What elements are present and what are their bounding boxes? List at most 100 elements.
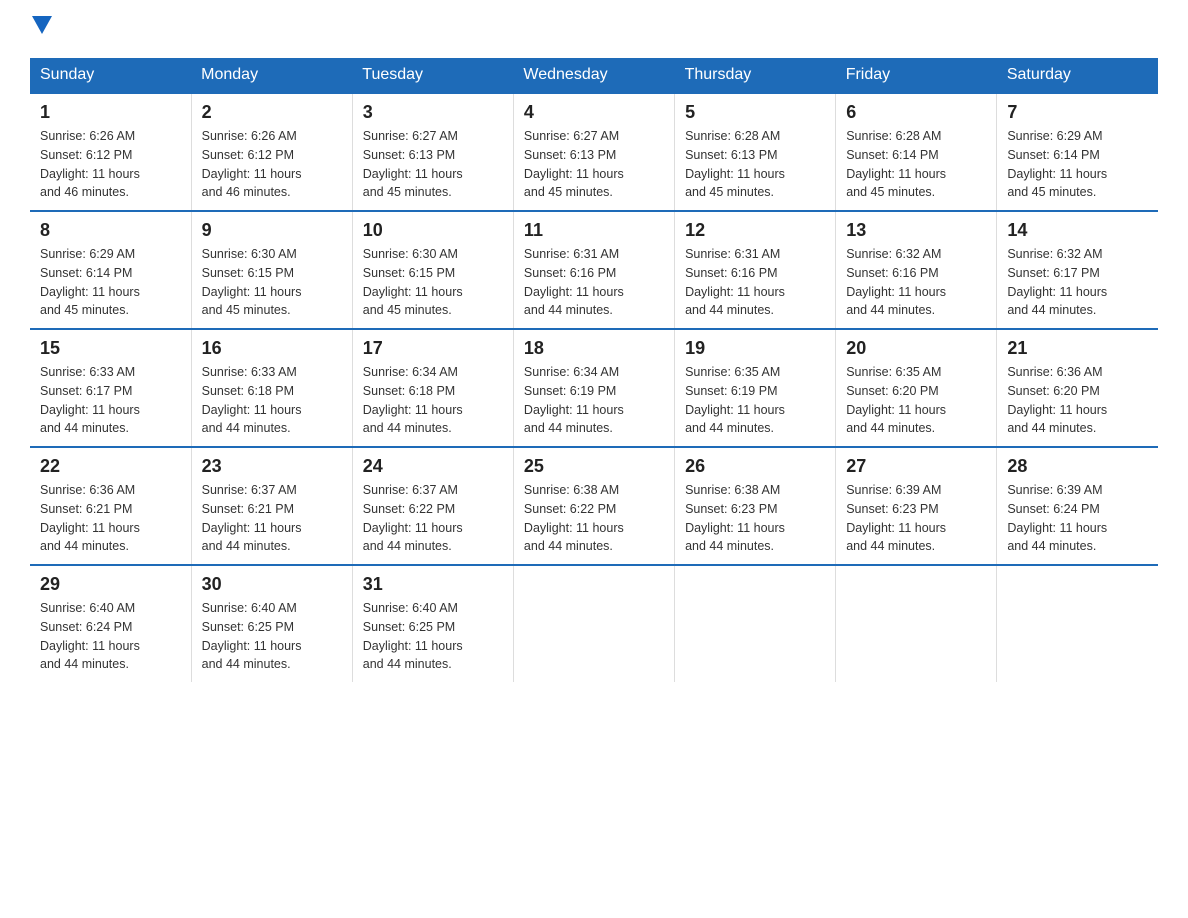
day-number: 16 bbox=[202, 338, 342, 359]
weekday-header-saturday: Saturday bbox=[997, 58, 1158, 93]
day-number: 17 bbox=[363, 338, 503, 359]
day-number: 6 bbox=[846, 102, 986, 123]
day-info: Sunrise: 6:31 AM Sunset: 6:16 PM Dayligh… bbox=[524, 245, 664, 320]
day-number: 12 bbox=[685, 220, 825, 241]
day-number: 14 bbox=[1007, 220, 1148, 241]
day-info: Sunrise: 6:27 AM Sunset: 6:13 PM Dayligh… bbox=[363, 127, 503, 202]
day-info: Sunrise: 6:34 AM Sunset: 6:18 PM Dayligh… bbox=[363, 363, 503, 438]
calendar-cell: 9 Sunrise: 6:30 AM Sunset: 6:15 PM Dayli… bbox=[191, 211, 352, 329]
calendar-cell: 2 Sunrise: 6:26 AM Sunset: 6:12 PM Dayli… bbox=[191, 93, 352, 211]
day-info: Sunrise: 6:35 AM Sunset: 6:20 PM Dayligh… bbox=[846, 363, 986, 438]
day-number: 30 bbox=[202, 574, 342, 595]
calendar-cell: 16 Sunrise: 6:33 AM Sunset: 6:18 PM Dayl… bbox=[191, 329, 352, 447]
calendar-cell: 15 Sunrise: 6:33 AM Sunset: 6:17 PM Dayl… bbox=[30, 329, 191, 447]
day-info: Sunrise: 6:36 AM Sunset: 6:20 PM Dayligh… bbox=[1007, 363, 1148, 438]
day-number: 20 bbox=[846, 338, 986, 359]
day-number: 8 bbox=[40, 220, 181, 241]
week-row-2: 8 Sunrise: 6:29 AM Sunset: 6:14 PM Dayli… bbox=[30, 211, 1158, 329]
day-info: Sunrise: 6:40 AM Sunset: 6:24 PM Dayligh… bbox=[40, 599, 181, 674]
day-number: 3 bbox=[363, 102, 503, 123]
day-info: Sunrise: 6:35 AM Sunset: 6:19 PM Dayligh… bbox=[685, 363, 825, 438]
day-info: Sunrise: 6:40 AM Sunset: 6:25 PM Dayligh… bbox=[363, 599, 503, 674]
day-info: Sunrise: 6:32 AM Sunset: 6:16 PM Dayligh… bbox=[846, 245, 986, 320]
logo bbox=[30, 20, 52, 38]
calendar-cell: 6 Sunrise: 6:28 AM Sunset: 6:14 PM Dayli… bbox=[836, 93, 997, 211]
day-info: Sunrise: 6:33 AM Sunset: 6:17 PM Dayligh… bbox=[40, 363, 181, 438]
calendar-cell: 18 Sunrise: 6:34 AM Sunset: 6:19 PM Dayl… bbox=[513, 329, 674, 447]
weekday-header-tuesday: Tuesday bbox=[352, 58, 513, 93]
day-info: Sunrise: 6:31 AM Sunset: 6:16 PM Dayligh… bbox=[685, 245, 825, 320]
calendar-cell: 3 Sunrise: 6:27 AM Sunset: 6:13 PM Dayli… bbox=[352, 93, 513, 211]
calendar-cell bbox=[836, 565, 997, 682]
logo-triangle-icon bbox=[32, 16, 52, 34]
calendar-cell: 28 Sunrise: 6:39 AM Sunset: 6:24 PM Dayl… bbox=[997, 447, 1158, 565]
day-info: Sunrise: 6:36 AM Sunset: 6:21 PM Dayligh… bbox=[40, 481, 181, 556]
calendar-cell bbox=[997, 565, 1158, 682]
calendar-cell bbox=[675, 565, 836, 682]
day-number: 5 bbox=[685, 102, 825, 123]
calendar-cell: 7 Sunrise: 6:29 AM Sunset: 6:14 PM Dayli… bbox=[997, 93, 1158, 211]
calendar-cell: 26 Sunrise: 6:38 AM Sunset: 6:23 PM Dayl… bbox=[675, 447, 836, 565]
day-number: 29 bbox=[40, 574, 181, 595]
calendar-cell: 23 Sunrise: 6:37 AM Sunset: 6:21 PM Dayl… bbox=[191, 447, 352, 565]
calendar-cell: 29 Sunrise: 6:40 AM Sunset: 6:24 PM Dayl… bbox=[30, 565, 191, 682]
calendar-cell: 8 Sunrise: 6:29 AM Sunset: 6:14 PM Dayli… bbox=[30, 211, 191, 329]
day-number: 19 bbox=[685, 338, 825, 359]
day-number: 25 bbox=[524, 456, 664, 477]
day-info: Sunrise: 6:37 AM Sunset: 6:22 PM Dayligh… bbox=[363, 481, 503, 556]
day-number: 24 bbox=[363, 456, 503, 477]
day-number: 11 bbox=[524, 220, 664, 241]
calendar-cell: 31 Sunrise: 6:40 AM Sunset: 6:25 PM Dayl… bbox=[352, 565, 513, 682]
page-header bbox=[30, 20, 1158, 38]
day-info: Sunrise: 6:30 AM Sunset: 6:15 PM Dayligh… bbox=[363, 245, 503, 320]
day-info: Sunrise: 6:38 AM Sunset: 6:22 PM Dayligh… bbox=[524, 481, 664, 556]
day-number: 10 bbox=[363, 220, 503, 241]
day-info: Sunrise: 6:37 AM Sunset: 6:21 PM Dayligh… bbox=[202, 481, 342, 556]
calendar-cell: 1 Sunrise: 6:26 AM Sunset: 6:12 PM Dayli… bbox=[30, 93, 191, 211]
weekday-header-monday: Monday bbox=[191, 58, 352, 93]
day-number: 4 bbox=[524, 102, 664, 123]
calendar-cell: 17 Sunrise: 6:34 AM Sunset: 6:18 PM Dayl… bbox=[352, 329, 513, 447]
calendar-cell: 22 Sunrise: 6:36 AM Sunset: 6:21 PM Dayl… bbox=[30, 447, 191, 565]
day-number: 31 bbox=[363, 574, 503, 595]
day-number: 9 bbox=[202, 220, 342, 241]
weekday-header-thursday: Thursday bbox=[675, 58, 836, 93]
day-info: Sunrise: 6:28 AM Sunset: 6:14 PM Dayligh… bbox=[846, 127, 986, 202]
day-number: 26 bbox=[685, 456, 825, 477]
day-info: Sunrise: 6:26 AM Sunset: 6:12 PM Dayligh… bbox=[40, 127, 181, 202]
day-number: 23 bbox=[202, 456, 342, 477]
day-number: 28 bbox=[1007, 456, 1148, 477]
weekday-header-wednesday: Wednesday bbox=[513, 58, 674, 93]
day-info: Sunrise: 6:29 AM Sunset: 6:14 PM Dayligh… bbox=[1007, 127, 1148, 202]
calendar-cell: 21 Sunrise: 6:36 AM Sunset: 6:20 PM Dayl… bbox=[997, 329, 1158, 447]
day-number: 7 bbox=[1007, 102, 1148, 123]
day-number: 22 bbox=[40, 456, 181, 477]
day-number: 13 bbox=[846, 220, 986, 241]
day-info: Sunrise: 6:26 AM Sunset: 6:12 PM Dayligh… bbox=[202, 127, 342, 202]
day-info: Sunrise: 6:28 AM Sunset: 6:13 PM Dayligh… bbox=[685, 127, 825, 202]
calendar-cell: 10 Sunrise: 6:30 AM Sunset: 6:15 PM Dayl… bbox=[352, 211, 513, 329]
day-info: Sunrise: 6:27 AM Sunset: 6:13 PM Dayligh… bbox=[524, 127, 664, 202]
day-info: Sunrise: 6:40 AM Sunset: 6:25 PM Dayligh… bbox=[202, 599, 342, 674]
calendar-cell: 25 Sunrise: 6:38 AM Sunset: 6:22 PM Dayl… bbox=[513, 447, 674, 565]
calendar-cell: 13 Sunrise: 6:32 AM Sunset: 6:16 PM Dayl… bbox=[836, 211, 997, 329]
day-info: Sunrise: 6:39 AM Sunset: 6:24 PM Dayligh… bbox=[1007, 481, 1148, 556]
day-info: Sunrise: 6:29 AM Sunset: 6:14 PM Dayligh… bbox=[40, 245, 181, 320]
day-number: 2 bbox=[202, 102, 342, 123]
calendar-cell: 12 Sunrise: 6:31 AM Sunset: 6:16 PM Dayl… bbox=[675, 211, 836, 329]
week-row-3: 15 Sunrise: 6:33 AM Sunset: 6:17 PM Dayl… bbox=[30, 329, 1158, 447]
day-number: 15 bbox=[40, 338, 181, 359]
calendar-cell: 27 Sunrise: 6:39 AM Sunset: 6:23 PM Dayl… bbox=[836, 447, 997, 565]
calendar-cell: 4 Sunrise: 6:27 AM Sunset: 6:13 PM Dayli… bbox=[513, 93, 674, 211]
calendar-cell: 11 Sunrise: 6:31 AM Sunset: 6:16 PM Dayl… bbox=[513, 211, 674, 329]
day-info: Sunrise: 6:32 AM Sunset: 6:17 PM Dayligh… bbox=[1007, 245, 1148, 320]
day-info: Sunrise: 6:33 AM Sunset: 6:18 PM Dayligh… bbox=[202, 363, 342, 438]
calendar-cell: 20 Sunrise: 6:35 AM Sunset: 6:20 PM Dayl… bbox=[836, 329, 997, 447]
day-info: Sunrise: 6:30 AM Sunset: 6:15 PM Dayligh… bbox=[202, 245, 342, 320]
week-row-1: 1 Sunrise: 6:26 AM Sunset: 6:12 PM Dayli… bbox=[30, 93, 1158, 211]
weekday-header-friday: Friday bbox=[836, 58, 997, 93]
day-info: Sunrise: 6:39 AM Sunset: 6:23 PM Dayligh… bbox=[846, 481, 986, 556]
day-number: 18 bbox=[524, 338, 664, 359]
day-number: 1 bbox=[40, 102, 181, 123]
calendar-table: SundayMondayTuesdayWednesdayThursdayFrid… bbox=[30, 58, 1158, 682]
